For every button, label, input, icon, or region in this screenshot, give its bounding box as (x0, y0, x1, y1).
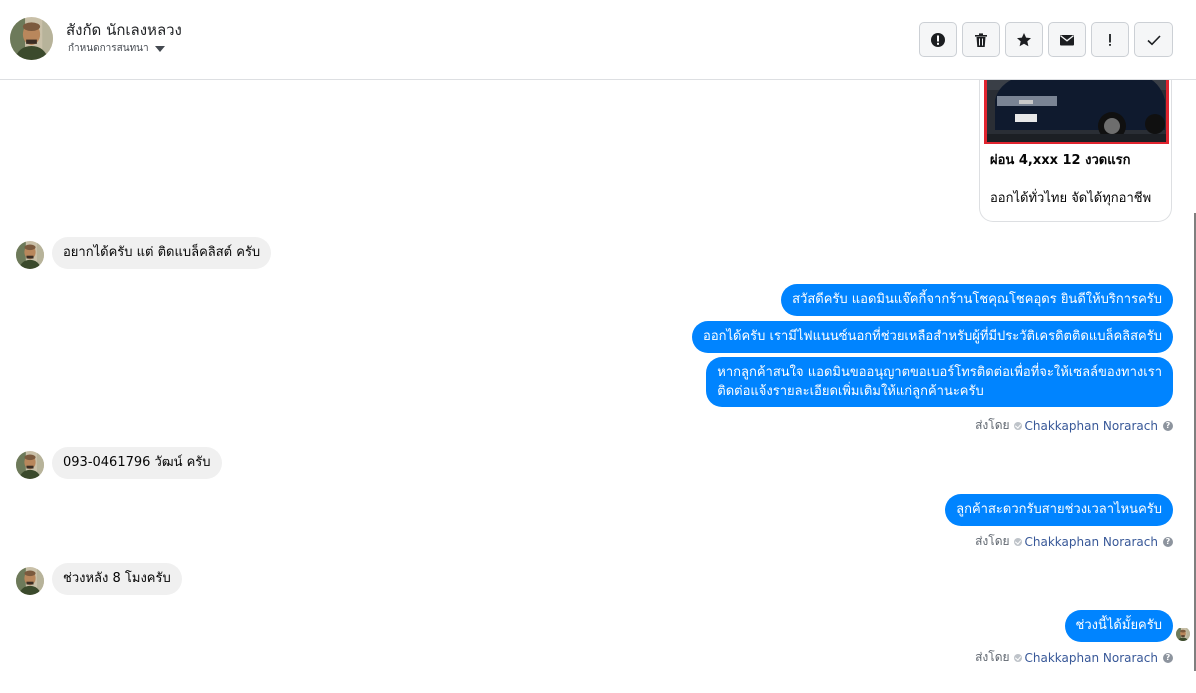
spam-button[interactable] (919, 22, 957, 57)
contact-avatar-small (16, 241, 44, 269)
verified-check-icon (1013, 421, 1022, 430)
alert-circle-icon (931, 32, 945, 47)
sent-by-line: ส่งโดย Chakkaphan Norarach ? (975, 532, 1173, 551)
contact-name[interactable]: สังกัด นักเลงหลวง (66, 18, 182, 42)
verified-check-icon (1013, 653, 1022, 662)
card-description: ออกได้ทั่วไทย จัดได้ทุกอาชีพ (990, 191, 1152, 206)
exclamation-icon (1109, 33, 1111, 46)
sender-link[interactable]: Chakkaphan Norarach (1025, 419, 1158, 433)
caret-down-icon (154, 45, 165, 52)
mark-unread-button[interactable] (1048, 22, 1086, 57)
incoming-message: 093-0461796 วัฒน์ ครับ (52, 447, 222, 479)
contact-avatar-small (16, 451, 44, 479)
verified-check-icon (1013, 537, 1022, 546)
checkmark-icon (1146, 34, 1161, 45)
sent-by-line: ส่งโดย Chakkaphan Norarach ? (975, 648, 1173, 667)
header-actions (919, 22, 1173, 57)
outgoing-message: ช่วงนี้ได้มั้ยครับ (1064, 610, 1173, 642)
conversation-options-dropdown[interactable]: กำหนดการสนทนา (68, 41, 165, 56)
card-title: ผ่อน 4,xxx 12 งวดแรก (990, 153, 1131, 168)
incoming-message: ช่วงหลัง 8 โมงครับ (52, 563, 182, 595)
help-icon[interactable]: ? (1163, 536, 1173, 547)
sent-by-prefix: ส่งโดย (975, 534, 1010, 548)
outgoing-message: ลูกค้าสะดวกรับสายช่วงเวลาไหนครับ (945, 494, 1173, 526)
outgoing-message: หากลูกค้าสนใจ แอดมินขออนุญาตขอเบอร์โทรติ… (706, 357, 1173, 407)
shared-link-card[interactable]: ผ่อน 4,xxx 12 งวดแรก ออกได้ทั่วไทย จัดได… (979, 60, 1172, 222)
star-button[interactable] (1005, 22, 1043, 57)
envelope-icon (1060, 34, 1074, 45)
outgoing-message: สวัสดีครับ แอดมินแจ๊คกี้จากร้านโชคุณโชคอ… (781, 284, 1173, 316)
message-line: หากลูกค้าสนใจ แอดมินขออนุญาตขอเบอร์โทรติ… (717, 365, 1162, 380)
outgoing-message: ออกได้ครับ เรามีไฟแนนซ์นอกที่ช่วยเหลือสำ… (692, 321, 1173, 353)
incoming-message: อยากได้ครับ แต่ ติดแบล็คลิสต์ ครับ (52, 237, 272, 269)
seen-receipt-avatar (1176, 627, 1190, 641)
sender-link[interactable]: Chakkaphan Norarach (1025, 535, 1158, 549)
star-icon (1017, 32, 1031, 46)
help-icon[interactable]: ? (1163, 652, 1173, 663)
delete-button[interactable] (962, 22, 1000, 57)
help-icon[interactable]: ? (1163, 420, 1173, 431)
sender-link[interactable]: Chakkaphan Norarach (1025, 651, 1158, 665)
sent-by-prefix: ส่งโดย (975, 650, 1010, 664)
conversation-options-label: กำหนดการสนทนา (68, 43, 149, 54)
sent-by-prefix: ส่งโดย (975, 418, 1010, 432)
message-line: ติดต่อแจ้งรายละเอียดเพิ่มเติมให้แก่ลูกค้… (717, 384, 984, 399)
sent-by-line: ส่งโดย Chakkaphan Norarach ? (975, 416, 1173, 435)
trash-icon (975, 32, 987, 47)
conversation-header: สังกัด นักเลงหลวง กำหนดการสนทนา (0, 0, 1196, 80)
mark-done-button[interactable] (1134, 22, 1173, 57)
contact-avatar[interactable] (10, 17, 53, 60)
follow-up-button[interactable] (1091, 22, 1129, 57)
contact-avatar-small (16, 567, 44, 595)
